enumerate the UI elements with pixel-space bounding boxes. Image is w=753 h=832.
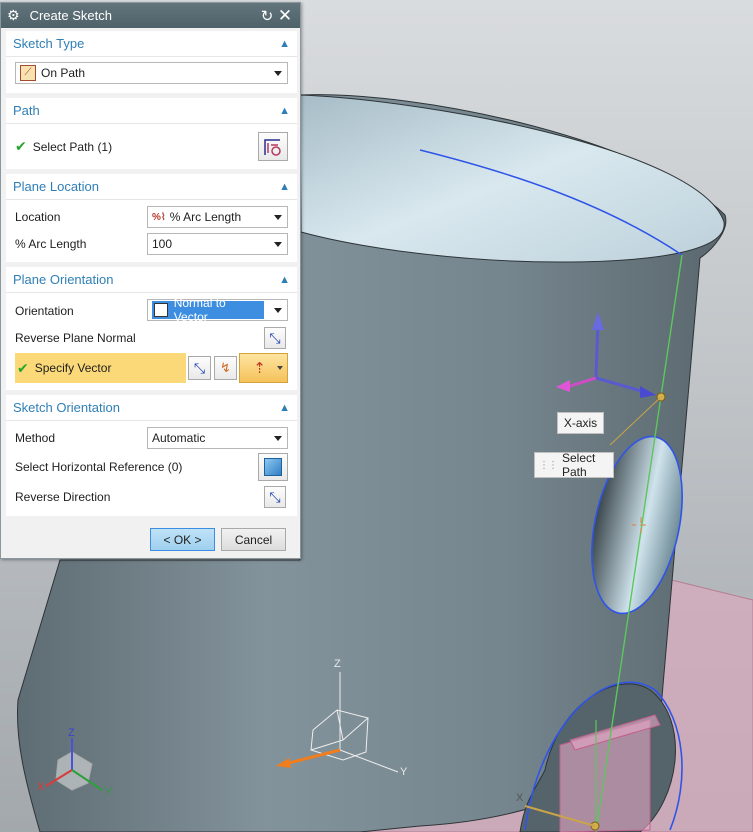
section-title: Path	[13, 103, 40, 118]
triad-y-label: Y	[105, 786, 113, 798]
datum-z-label: Z	[334, 658, 341, 670]
section-path: Path ▲ ✔ Select Path (1)	[6, 98, 297, 169]
orientation-select[interactable]: Normal to Vector	[147, 296, 288, 324]
chevron-up-icon[interactable]: ▲	[279, 402, 290, 414]
section-plane-location: Plane Location ▲ Location %⌇ % Arc Lengt…	[6, 174, 297, 262]
reverse-direction-label: Reverse Direction	[15, 490, 111, 504]
chevron-up-icon[interactable]: ▲	[279, 38, 290, 50]
chevron-down-icon	[274, 242, 282, 247]
gear-icon[interactable]: ⚙	[7, 7, 20, 24]
reverse-direction-button[interactable]: ⤡	[264, 486, 286, 508]
reverse-direction-icon: ⤡	[269, 329, 281, 346]
chevron-down-icon	[274, 436, 282, 441]
select-path-row[interactable]: ✔ Select Path (1)	[15, 138, 112, 155]
section-title: Plane Location	[13, 179, 100, 194]
location-label: Location	[15, 210, 61, 224]
arc-length-value: 100	[152, 237, 173, 251]
inferred-vector-button[interactable]: ⇡	[239, 353, 288, 383]
cancel-button-label: Cancel	[234, 532, 273, 547]
location-value: % Arc Length	[169, 210, 242, 224]
section-title: Plane Orientation	[13, 272, 114, 287]
method-label: Method	[15, 431, 56, 445]
inferred-vector-icon: ⇡	[253, 360, 266, 377]
section-header-plane-orientation[interactable]: Plane Orientation ▲	[6, 267, 297, 293]
vector-constructor-icon: ↯	[220, 360, 231, 375]
chevron-down-icon	[277, 366, 283, 370]
select-path-tooltip: ⋮⋮ Select Path	[534, 451, 614, 479]
drag-grip-icon: ⋮⋮	[539, 459, 558, 471]
specify-vector-row[interactable]: ✔ Specify Vector	[15, 353, 186, 383]
reverse-direction-icon: ⤡	[193, 359, 206, 376]
chevron-down-icon	[274, 308, 282, 313]
checkmark-icon: ✔	[17, 359, 29, 376]
section-header-sketch-type[interactable]: Sketch Type ▲	[6, 31, 297, 57]
csys-x-label: X	[516, 792, 524, 804]
checkmark-icon: ✔	[15, 138, 27, 154]
reverse-plane-normal-label: Reverse Plane Normal	[15, 331, 136, 345]
chevron-down-icon	[274, 71, 282, 76]
cancel-button[interactable]: Cancel	[221, 528, 286, 551]
arc-length-percent-icon: %⌇	[152, 211, 166, 223]
reverse-direction-icon: ⤡	[269, 488, 281, 505]
chevron-up-icon[interactable]: ▲	[279, 181, 290, 193]
chevron-up-icon[interactable]: ▲	[279, 105, 290, 117]
section-title: Sketch Orientation	[13, 400, 120, 415]
section-plane-orientation: Plane Orientation ▲ Orientation Normal t…	[6, 267, 297, 390]
method-value: Automatic	[152, 431, 206, 445]
curve-select-button[interactable]	[258, 132, 288, 161]
specify-vector-label: Specify Vector	[34, 361, 112, 375]
horizontal-reference-button[interactable]	[258, 453, 288, 481]
section-sketch-orientation: Sketch Orientation ▲ Method Automatic Se…	[6, 395, 297, 516]
datum-y-label: Y	[400, 766, 408, 778]
reverse-plane-normal-button[interactable]: ⤡	[264, 327, 286, 349]
orientation-value: Normal to Vector	[173, 296, 226, 324]
section-title: Sketch Type	[13, 36, 85, 51]
sketch-type-select[interactable]: ⟋ On Path	[15, 62, 288, 84]
horizontal-reference-label: Select Horizontal Reference (0)	[15, 460, 183, 474]
section-header-plane-location[interactable]: Plane Location ▲	[6, 174, 297, 200]
dialog-title: Create Sketch	[29, 8, 112, 23]
reset-icon[interactable]: ↻	[258, 7, 276, 25]
method-select[interactable]: Automatic	[147, 427, 288, 449]
sketch-type-value: On Path	[41, 66, 86, 80]
vector-dialog-button[interactable]: ↯	[214, 356, 237, 380]
select-path-label: Select Path (1)	[32, 139, 113, 154]
reverse-vector-button[interactable]: ⤡	[188, 356, 211, 380]
create-sketch-dialog: ⚙ Create Sketch ↻ ✕ Sketch Type ▲ ⟋ On P…	[0, 2, 301, 559]
chevron-down-icon	[274, 215, 282, 220]
orientation-selected-highlight: Normal to Vector	[152, 296, 264, 324]
section-header-sketch-orientation[interactable]: Sketch Orientation ▲	[6, 395, 297, 421]
x-axis-tooltip-text: X-axis	[563, 416, 598, 430]
arc-length-label: % Arc Length	[15, 237, 87, 251]
chevron-up-icon[interactable]: ▲	[279, 274, 290, 286]
triad-z-label: Z	[68, 727, 75, 739]
ok-button[interactable]: < OK >	[150, 528, 215, 551]
curve-rule-icon	[264, 138, 281, 156]
arc-length-input[interactable]: 100	[147, 233, 288, 255]
select-path-tooltip-text: Select Path	[562, 451, 596, 479]
location-select[interactable]: %⌇ % Arc Length	[147, 206, 288, 228]
section-sketch-type: Sketch Type ▲ ⟋ On Path	[6, 31, 297, 93]
ok-button-label: < OK >	[163, 532, 202, 547]
close-icon[interactable]: ✕	[276, 6, 294, 25]
triad-x-label: X	[37, 781, 45, 793]
sketch-on-path-icon: ⟋	[20, 65, 36, 81]
normal-to-vector-icon	[154, 303, 168, 317]
section-header-path[interactable]: Path ▲	[6, 98, 297, 124]
x-axis-tooltip: X-axis	[557, 412, 604, 434]
cube-icon	[264, 458, 282, 476]
dialog-title-bar[interactable]: ⚙ Create Sketch ↻ ✕	[1, 3, 300, 28]
orientation-label: Orientation	[15, 304, 74, 318]
